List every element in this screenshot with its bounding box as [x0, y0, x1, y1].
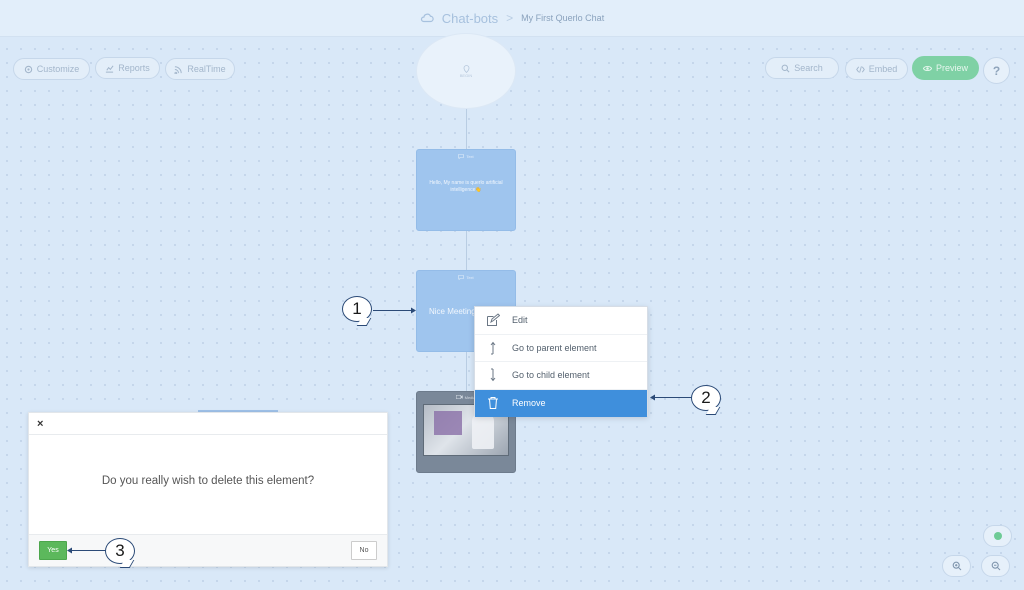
node-text: Nice Meeting	[429, 307, 476, 316]
callout-1: 1	[342, 296, 372, 322]
start-node-label: BEGIN	[459, 72, 473, 78]
node-header: Text	[417, 275, 515, 280]
chart-icon	[106, 65, 114, 73]
video-icon	[456, 395, 464, 399]
chat-bubble-icon	[458, 275, 465, 280]
search-icon	[781, 64, 790, 72]
cloud-icon	[420, 13, 434, 23]
reports-button[interactable]: Reports	[95, 57, 160, 79]
menu-item-label: Go to parent element	[512, 342, 597, 353]
breadcrumb: Chat-bots > My First Querlo Chat	[420, 11, 604, 26]
search-label: Search	[794, 63, 823, 73]
connector-line	[466, 231, 467, 270]
code-icon	[855, 65, 865, 73]
callout-3: 3	[105, 538, 135, 564]
connector-line	[466, 352, 467, 391]
zoom-out-icon	[991, 561, 1000, 571]
menu-item-go-to-parent[interactable]: Go to parent element	[475, 335, 647, 362]
signal-icon	[174, 65, 183, 74]
menu-item-go-to-child[interactable]: Go to child element	[475, 362, 647, 390]
zoom-in-icon	[952, 561, 961, 571]
pin-icon	[463, 64, 469, 73]
preview-button[interactable]: Preview	[912, 56, 979, 80]
node-text: Hello, My name is querlo artificial inte…	[429, 180, 503, 193]
delete-confirm-dialog: × Do you really wish to delete this elem…	[28, 412, 388, 567]
chat-bubble-icon	[458, 154, 465, 159]
customize-label: Customize	[36, 64, 80, 74]
menu-item-label: Edit	[512, 315, 528, 326]
node-header: Text	[417, 154, 515, 159]
help-button[interactable]: ?	[983, 57, 1010, 84]
arrow-up-icon	[490, 341, 496, 355]
thumbnail-panel	[434, 411, 462, 435]
dialog-message: Do you really wish to delete this elemen…	[101, 475, 315, 487]
menu-item-remove[interactable]: Remove	[475, 389, 647, 417]
dialog-header: ×	[29, 413, 387, 435]
zoom-out-button[interactable]	[981, 555, 1010, 577]
callout-3-arrow	[67, 547, 106, 554]
breadcrumb-current: My First Querlo Chat	[521, 13, 605, 23]
close-icon[interactable]: ×	[37, 418, 43, 430]
context-menu: Edit Go to parent element Go to child el…	[474, 306, 648, 417]
callout-2-arrow	[650, 394, 692, 401]
search-button[interactable]: Search	[765, 57, 839, 79]
menu-item-edit[interactable]: Edit	[475, 307, 647, 335]
flow-node-text[interactable]: Text Hello, My name is querlo artificial…	[416, 149, 516, 231]
reports-label: Reports	[118, 63, 150, 73]
gear-icon	[24, 65, 32, 73]
status-dot	[993, 532, 1002, 540]
status-toggle[interactable]	[983, 525, 1012, 547]
callout-2: 2	[691, 385, 721, 411]
arrow-down-icon	[490, 368, 496, 382]
breadcrumb-separator: >	[506, 11, 514, 25]
node-header-label: Text	[466, 154, 474, 159]
edit-icon	[487, 313, 500, 327]
embed-button[interactable]: Embed	[845, 58, 908, 80]
start-node[interactable]: BEGIN	[416, 33, 516, 109]
customize-button[interactable]: Customize	[13, 58, 90, 80]
yes-button[interactable]: Yes	[39, 541, 67, 560]
no-button[interactable]: No	[351, 541, 377, 560]
preview-label: Preview	[935, 63, 968, 73]
embed-label: Embed	[868, 64, 898, 74]
breadcrumb-chatbots[interactable]: Chat-bots	[442, 11, 498, 26]
connector-line	[466, 109, 467, 149]
eye-icon	[922, 65, 932, 71]
top-bar: Chat-bots > My First Querlo Chat	[0, 0, 1024, 37]
zoom-in-button[interactable]	[942, 555, 971, 577]
trash-icon	[488, 397, 498, 410]
callout-1-arrow	[373, 307, 416, 314]
thumbnail-figure	[472, 413, 494, 449]
realtime-button[interactable]: RealTime	[165, 58, 235, 80]
realtime-label: RealTime	[187, 64, 226, 74]
menu-item-label: Remove	[512, 398, 546, 409]
menu-item-label: Go to child element	[512, 370, 590, 381]
node-header-label: Text	[466, 275, 474, 280]
